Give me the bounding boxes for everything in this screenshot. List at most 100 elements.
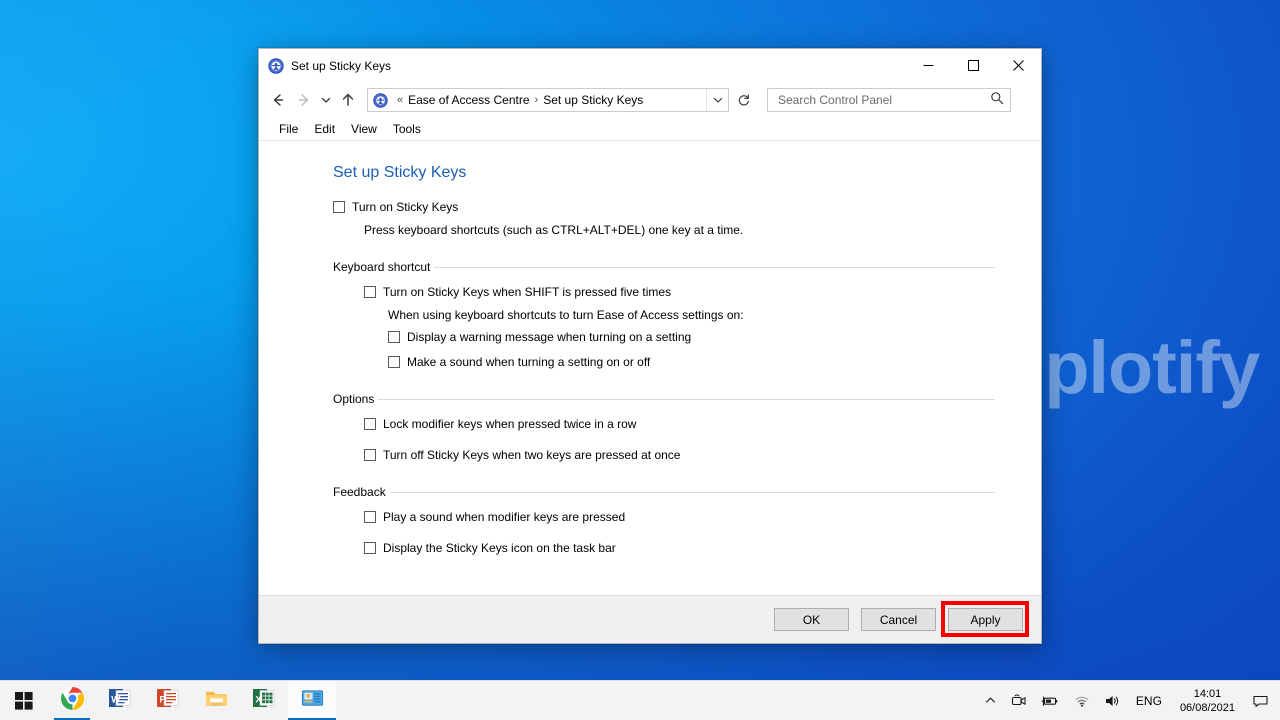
checkbox-label: Turn on Sticky Keys when SHIFT is presse…	[383, 285, 672, 299]
checkbox-lock-modifier-keys[interactable]	[364, 418, 376, 430]
checkbox-row-turn-off-two-keys[interactable]: Turn off Sticky Keys when two keys are p…	[364, 447, 995, 463]
taskbar-item-word[interactable]: W	[96, 681, 144, 720]
menu-bar: File Edit View Tools	[259, 118, 1041, 141]
section-header-keyboard-shortcut: Keyboard shortcut	[333, 260, 995, 274]
svg-text:X: X	[255, 694, 262, 705]
excel-icon: X	[252, 686, 276, 715]
search-box[interactable]	[767, 88, 1011, 112]
wifi-icon[interactable]	[1066, 681, 1097, 720]
close-button[interactable]	[996, 49, 1041, 82]
clock[interactable]: 14:01 06/08/2021	[1170, 681, 1245, 720]
minimize-button[interactable]	[906, 49, 951, 82]
section-divider	[378, 398, 995, 400]
powerpoint-icon: P	[156, 686, 180, 715]
chevron-up-icon[interactable]	[977, 681, 1004, 720]
checkbox-shift-five-times[interactable]	[364, 286, 376, 298]
checkbox-label: Turn on Sticky Keys	[352, 200, 459, 214]
maximize-button[interactable]	[951, 49, 996, 82]
checkbox-row-lock-modifier-keys[interactable]: Lock modifier keys when pressed twice in…	[364, 416, 995, 432]
menu-item-file[interactable]: File	[271, 120, 306, 138]
refresh-button[interactable]	[731, 88, 757, 112]
section-header-options: Options	[333, 392, 995, 406]
cancel-button[interactable]: Cancel	[861, 608, 936, 631]
checkbox-row-turn-on-sticky-keys[interactable]: Turn on Sticky Keys	[333, 199, 995, 215]
section-title: Keyboard shortcut	[333, 260, 431, 274]
dialog-button-bar: OK Cancel Apply	[259, 595, 1041, 643]
checkbox-label: Turn off Sticky Keys when two keys are p…	[383, 448, 681, 462]
checkbox-row-shift-five-times[interactable]: Turn on Sticky Keys when SHIFT is presse…	[364, 284, 995, 300]
desktop: uplotify Set up Sticky Keys « Ease of Ac…	[0, 0, 1280, 720]
checkbox-row-play-sound-modifier-keys[interactable]: Play a sound when modifier keys are pres…	[364, 509, 995, 525]
section-header-feedback: Feedback	[333, 485, 995, 499]
ease-of-access-icon	[373, 92, 388, 108]
control-panel-icon	[300, 686, 325, 716]
sticky-keys-window: Set up Sticky Keys « Ease of Access Cent…	[258, 48, 1042, 644]
breadcrumb-overflow[interactable]: «	[397, 94, 403, 106]
search-icon[interactable]	[990, 91, 1004, 110]
checkbox-row-make-a-sound[interactable]: Make a sound when turning a setting on o…	[388, 354, 995, 370]
page-title: Set up Sticky Keys	[333, 164, 467, 181]
word-icon: W	[108, 686, 132, 715]
window-controls	[906, 49, 1041, 82]
checkbox-display-warning-message[interactable]	[388, 331, 400, 343]
checkbox-turn-off-two-keys[interactable]	[364, 449, 376, 461]
svg-text:P: P	[159, 694, 166, 705]
master-description: Press keyboard shortcuts (such as CTRL+A…	[364, 223, 744, 237]
checkbox-row-display-icon-taskbar[interactable]: Display the Sticky Keys icon on the task…	[364, 540, 995, 556]
checkbox-row-display-warning-message[interactable]: Display a warning message when turning o…	[388, 329, 995, 345]
file-explorer-icon	[204, 686, 229, 716]
menu-item-edit[interactable]: Edit	[306, 120, 343, 138]
section-divider	[389, 491, 995, 493]
checkbox-label: Display a warning message when turning o…	[407, 330, 692, 344]
breadcrumb[interactable]: « Ease of Access Centre › Set up Sticky …	[367, 88, 729, 112]
taskbar-item-control-panel[interactable]	[288, 680, 336, 720]
clock-time: 14:01	[1193, 687, 1222, 700]
title-bar[interactable]: Set up Sticky Keys	[259, 49, 1041, 82]
section-divider	[434, 266, 995, 268]
checkbox-label: Display the Sticky Keys icon on the task…	[383, 541, 616, 555]
language-indicator[interactable]: ENG	[1128, 694, 1170, 708]
volume-icon[interactable]	[1097, 681, 1128, 720]
taskbar: W P X ENG 14:01 06/08/2021	[0, 680, 1280, 720]
section-title: Options	[333, 392, 375, 406]
checkbox-display-icon-taskbar[interactable]	[364, 542, 376, 554]
svg-text:W: W	[111, 694, 120, 705]
up-button[interactable]	[335, 87, 361, 113]
search-input[interactable]	[776, 92, 990, 108]
taskbar-item-powerpoint[interactable]: P	[144, 681, 192, 720]
back-button[interactable]	[265, 87, 291, 113]
ease-of-access-icon	[268, 57, 284, 74]
camera-icon[interactable]	[1004, 681, 1034, 720]
checkbox-label: Make a sound when turning a setting on o…	[407, 355, 651, 369]
recent-locations-button[interactable]	[317, 87, 335, 113]
menu-item-view[interactable]: View	[343, 120, 385, 138]
forward-button[interactable]	[291, 87, 317, 113]
clock-date: 06/08/2021	[1179, 701, 1235, 714]
keyboard-shortcut-note: When using keyboard shortcuts to turn Ea…	[388, 308, 744, 322]
address-bar-row: « Ease of Access Centre › Set up Sticky …	[259, 82, 1041, 118]
ok-button[interactable]: OK	[774, 608, 849, 631]
breadcrumb-item-set-up-sticky-keys[interactable]: Set up Sticky Keys	[542, 93, 644, 107]
apply-button[interactable]: Apply	[948, 608, 1023, 631]
breadcrumb-item-ease-of-access-centre[interactable]: Ease of Access Centre	[407, 93, 530, 107]
checkbox-play-sound-modifier-keys[interactable]	[364, 511, 376, 523]
breadcrumb-separator: ›	[534, 94, 539, 106]
chrome-icon	[60, 686, 85, 716]
taskbar-item-chrome[interactable]	[48, 681, 96, 720]
chevron-down-icon[interactable]	[706, 89, 728, 111]
section-title: Feedback	[333, 485, 386, 499]
checkbox-make-a-sound[interactable]	[388, 356, 400, 368]
checkbox-label: Play a sound when modifier keys are pres…	[383, 510, 626, 524]
notification-icon[interactable]	[1245, 681, 1276, 720]
taskbar-item-file-explorer[interactable]	[192, 681, 240, 720]
windows-start-icon[interactable]	[0, 681, 48, 720]
battery-icon[interactable]	[1034, 681, 1066, 720]
system-tray: ENG 14:01 06/08/2021	[977, 681, 1280, 720]
menu-item-tools[interactable]: Tools	[385, 120, 429, 138]
checkbox-turn-on-sticky-keys[interactable]	[333, 201, 345, 213]
checkbox-label: Lock modifier keys when pressed twice in…	[383, 417, 637, 431]
taskbar-item-excel[interactable]: X	[240, 681, 288, 720]
